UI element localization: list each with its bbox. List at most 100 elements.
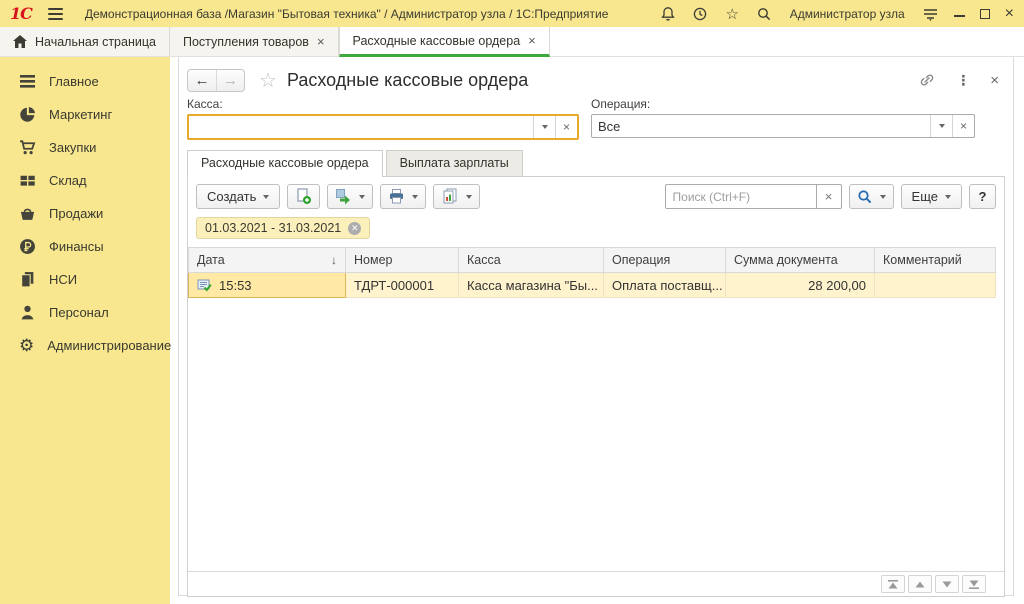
sidebar-item-sales[interactable]: Продажи [0, 197, 170, 230]
print-button[interactable] [380, 184, 426, 209]
form-area: ← → ☆ Расходные кассовые ордера ⋮ × Касс… [178, 57, 1014, 596]
create-based-on-button[interactable] [327, 184, 373, 209]
sidebar-item-label: Администрирование [47, 338, 171, 353]
tab-home[interactable]: Начальная страница [0, 27, 170, 56]
tab-label: Расходные кассовые ордера [353, 34, 521, 48]
chevron-down-icon [466, 195, 472, 199]
create-based-on-icon [335, 188, 352, 205]
operation-dropdown-icon[interactable] [930, 115, 952, 137]
form-more-icon[interactable]: ⋮ [956, 72, 970, 89]
sort-desc-icon: ↓ [331, 253, 337, 267]
current-user-label[interactable]: Администратор узла [790, 7, 905, 21]
window-close-button[interactable]: × [1005, 6, 1014, 22]
cell-amount[interactable]: 28 200,00 [726, 273, 875, 298]
ruble-coin-icon [19, 238, 36, 255]
create-copy-button[interactable] [287, 184, 320, 209]
history-icon[interactable] [692, 5, 709, 22]
column-header-comment[interactable]: Комментарий [875, 248, 996, 273]
kassa-input[interactable] [189, 116, 533, 138]
report-chart-icon [441, 188, 459, 205]
chevron-down-icon [359, 195, 365, 199]
global-search-icon[interactable] [756, 5, 773, 22]
kassa-dropdown-icon[interactable] [533, 116, 555, 138]
pie-chart-icon [19, 106, 36, 123]
person-icon [19, 304, 36, 321]
cell-number[interactable]: ТДРТ-000001 [346, 273, 459, 298]
search-clear-icon[interactable]: × [817, 184, 842, 209]
go-first-button[interactable] [881, 575, 905, 593]
sidebar-item-finance[interactable]: Финансы [0, 230, 170, 263]
tab-postupleniya-tovarov[interactable]: Поступления товаров × [170, 27, 339, 56]
history-nav-group: ← → [187, 69, 245, 92]
cell-operation[interactable]: Оплата поставщ... [604, 273, 726, 298]
go-next-button[interactable] [935, 575, 959, 593]
tab-close-icon[interactable]: × [528, 33, 536, 48]
app-logo-1c: 1С [10, 4, 32, 23]
help-button[interactable]: ? [969, 184, 996, 209]
filter-chip-row: 01.03.2021 - 31.03.2021 ✕ [188, 216, 1004, 247]
search-input[interactable] [665, 184, 817, 209]
column-header-date[interactable]: Дата↓ [189, 248, 346, 273]
go-previous-button[interactable] [908, 575, 932, 593]
period-filter-chip[interactable]: 01.03.2021 - 31.03.2021 ✕ [196, 217, 370, 239]
window-minimize-button[interactable] [954, 8, 965, 19]
column-header-operation[interactable]: Операция [604, 248, 726, 273]
sidebar-item-warehouse[interactable]: Склад [0, 164, 170, 197]
tab-vyplata-zarplaty[interactable]: Выплата зарплаты [386, 150, 523, 176]
form-close-icon[interactable]: × [990, 72, 999, 89]
list-toolbar: Создать [188, 177, 1004, 216]
column-header-number[interactable]: Номер [346, 248, 459, 273]
forward-button[interactable]: → [216, 70, 244, 91]
more-button[interactable]: Еще [901, 184, 962, 209]
form-header: ← → ☆ Расходные кассовые ордера ⋮ × [187, 57, 1005, 97]
tab-rashodnye-ordera[interactable]: Расходные кассовые ордера [187, 150, 383, 177]
window-maximize-button[interactable] [980, 9, 990, 19]
reports-button[interactable] [433, 184, 480, 209]
operation-field: Операция: × [591, 97, 975, 140]
reference-books-icon [19, 271, 36, 288]
sidebar-item-main[interactable]: Главное [0, 65, 170, 98]
cell-date[interactable]: 15:53 [189, 273, 346, 298]
back-button[interactable]: ← [188, 70, 216, 91]
notifications-bell-icon[interactable] [660, 5, 677, 22]
kassa-clear-icon[interactable]: × [555, 116, 577, 138]
sidebar-item-marketing[interactable]: Маркетинг [0, 98, 170, 131]
cell-kassa[interactable]: Касса магазина "Бы... [459, 273, 604, 298]
go-last-button[interactable] [962, 575, 986, 593]
favorites-star-icon[interactable]: ☆ [724, 5, 741, 22]
more-button-label: Еще [912, 189, 938, 204]
operation-clear-icon[interactable]: × [952, 115, 974, 137]
page-title: Расходные кассовые ордера [287, 70, 528, 91]
sidebar-item-label: Главное [49, 74, 99, 89]
column-header-amount[interactable]: Сумма документа [726, 248, 875, 273]
chevron-down-icon [880, 195, 886, 199]
column-header-kassa[interactable]: Касса [459, 248, 604, 273]
sidebar-item-nsi[interactable]: НСИ [0, 263, 170, 296]
operation-control: × [591, 114, 975, 138]
advanced-search-button[interactable] [849, 184, 894, 209]
sections-sidebar: Главное Маркетинг Закупки Склад Продажи … [0, 57, 170, 604]
create-button[interactable]: Создать [196, 184, 280, 209]
period-filter-label: 01.03.2021 - 31.03.2021 [205, 221, 341, 235]
main-menu-icon[interactable] [48, 8, 63, 20]
sidebar-item-label: Склад [49, 173, 87, 188]
remove-filter-icon[interactable]: ✕ [348, 222, 361, 235]
tab-close-icon[interactable]: × [317, 34, 325, 49]
sidebar-item-administration[interactable]: ⚙ Администрирование [0, 329, 170, 362]
add-to-favorites-star-icon[interactable]: ☆ [259, 68, 277, 93]
document-list-panel: Создать [187, 176, 1005, 597]
tab-rashodnye-kassovye-ordera[interactable]: Расходные кассовые ордера × [339, 27, 550, 57]
operation-input[interactable] [592, 115, 930, 137]
get-link-icon[interactable] [918, 71, 936, 89]
table-row[interactable]: 15:53 ТДРТ-000001 Касса магазина "Бы... … [189, 273, 996, 298]
sidebar-item-personnel[interactable]: Персонал [0, 296, 170, 329]
chevron-down-icon [412, 195, 418, 199]
sidebar-item-purchases[interactable]: Закупки [0, 131, 170, 164]
sidebar-item-label: Маркетинг [49, 107, 112, 122]
cell-comment[interactable] [875, 273, 996, 298]
warehouse-grid-icon [19, 172, 36, 189]
create-button-label: Создать [207, 189, 256, 204]
service-menu-icon[interactable] [922, 5, 939, 22]
chevron-down-icon [263, 195, 269, 199]
main-section-icon [19, 74, 36, 89]
